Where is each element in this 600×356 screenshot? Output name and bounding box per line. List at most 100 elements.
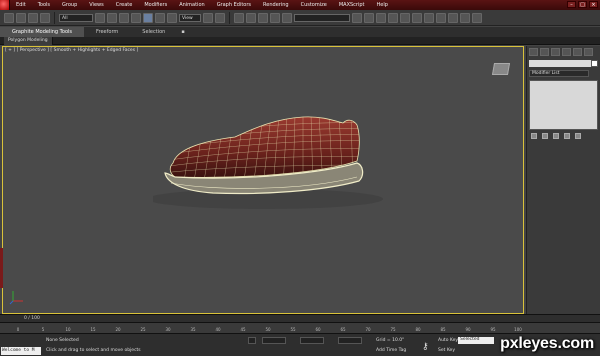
select-by-name-icon[interactable] xyxy=(107,12,117,23)
modifier-stack[interactable] xyxy=(529,80,598,130)
menu-edit[interactable]: Edit xyxy=(10,0,32,10)
track-tick-label: 90 xyxy=(465,327,471,332)
track-bar[interactable]: 0 5 10 15 20 25 30 35 40 45 50 55 60 65 70 75 80 85 90 95 10… xyxy=(0,322,600,333)
manipulate-icon[interactable] xyxy=(215,12,225,23)
modifier-list-dropdown[interactable]: Modifier List xyxy=(529,70,589,77)
angle-snap-icon[interactable] xyxy=(246,12,256,23)
minimize-icon[interactable]: – xyxy=(567,1,576,8)
window-crossing-icon[interactable] xyxy=(131,12,141,23)
menu-group[interactable]: Group xyxy=(56,0,83,10)
select-object-icon[interactable] xyxy=(95,12,105,23)
menu-views[interactable]: Views xyxy=(83,0,109,10)
object-name-field[interactable] xyxy=(529,60,598,67)
menu-rendering[interactable]: Rendering xyxy=(257,0,295,10)
render-production-icon[interactable] xyxy=(460,12,470,23)
rotate-icon[interactable] xyxy=(155,12,165,23)
menu-tools[interactable]: Tools xyxy=(32,0,56,10)
remove-modifier-icon[interactable] xyxy=(564,133,570,139)
curve-editor-icon[interactable] xyxy=(400,12,410,23)
time-slider[interactable]: 0 / 100 xyxy=(0,314,600,322)
selection-filter-dropdown[interactable]: All xyxy=(59,13,93,22)
track-tick-label: 0 xyxy=(16,327,20,332)
redo-icon[interactable] xyxy=(16,12,26,23)
motion-tab-icon[interactable] xyxy=(562,48,571,56)
maximize-icon[interactable]: □ xyxy=(578,1,587,8)
main-toolbar: All View xyxy=(0,10,600,26)
create-tab-icon[interactable] xyxy=(529,48,538,56)
configure-sets-icon[interactable] xyxy=(575,133,581,139)
tab-selection[interactable]: Selection xyxy=(130,27,177,37)
layer-manager-icon[interactable] xyxy=(376,12,386,23)
pivot-icon[interactable] xyxy=(203,12,213,23)
render-teapot-icon[interactable] xyxy=(472,12,482,23)
menu-graph-editors[interactable]: Graph Editors xyxy=(211,0,257,10)
undo-icon[interactable] xyxy=(4,12,14,23)
modify-tab-icon[interactable] xyxy=(540,48,549,56)
pxleyes-watermark: pxleyes.com xyxy=(500,335,594,353)
track-tick-label: 65 xyxy=(340,327,346,332)
pin-stack-icon[interactable] xyxy=(531,133,537,139)
menu-bar: Edit Tools Group Views Create Modifiers … xyxy=(0,0,600,10)
move-icon[interactable] xyxy=(143,12,153,23)
material-editor-icon[interactable] xyxy=(424,12,434,23)
perspective-viewport[interactable]: [ + ] [ Perspective ] [ Smooth + Highlig… xyxy=(2,46,524,314)
track-tick-label: 55 xyxy=(290,327,296,332)
menu-animation[interactable]: Animation xyxy=(173,0,211,10)
stack-toolbar xyxy=(527,130,600,142)
z-coordinate-field[interactable] xyxy=(338,337,362,344)
lock-selection-icon[interactable] xyxy=(248,337,256,344)
track-tick-label: 15 xyxy=(90,327,96,332)
graphite-toggle-icon[interactable] xyxy=(388,12,398,23)
menu-help[interactable]: Help xyxy=(371,0,394,10)
set-key-button[interactable]: Set Key xyxy=(438,348,455,353)
rendered-frame-icon[interactable] xyxy=(448,12,458,23)
viewport-label[interactable]: [ + ] [ Perspective ] [ Smooth + Highlig… xyxy=(5,48,138,53)
rect-selection-icon[interactable] xyxy=(119,12,129,23)
tab-graphite-modeling-tools[interactable]: Graphite Modeling Tools xyxy=(0,27,85,37)
edit-named-selection-icon[interactable] xyxy=(282,12,292,23)
hierarchy-tab-icon[interactable] xyxy=(551,48,560,56)
viewport-edge-marker xyxy=(0,248,3,288)
named-selection-dropdown[interactable] xyxy=(294,13,350,22)
show-end-result-icon[interactable] xyxy=(542,133,548,139)
track-tick-label: 100 xyxy=(514,327,522,332)
track-tick-label: 20 xyxy=(115,327,121,332)
tab-freeform[interactable]: Freeform xyxy=(84,27,130,37)
track-tick-label: 50 xyxy=(265,327,271,332)
menu-modifiers[interactable]: Modifiers xyxy=(138,0,173,10)
unlink-icon[interactable] xyxy=(40,12,50,23)
track-tick-label: 85 xyxy=(440,327,446,332)
display-tab-icon[interactable] xyxy=(573,48,582,56)
key-icon[interactable]: ⚷ xyxy=(422,342,429,352)
spinner-snap-icon[interactable] xyxy=(270,12,280,23)
maxscript-listener[interactable]: Welcome to M xyxy=(1,347,41,355)
render-setup-icon[interactable] xyxy=(436,12,446,23)
viewcube-icon[interactable] xyxy=(491,63,511,75)
link-icon[interactable] xyxy=(28,12,38,23)
make-unique-icon[interactable] xyxy=(553,133,559,139)
command-panel: Modifier List xyxy=(526,46,600,314)
mirror-icon[interactable] xyxy=(352,12,362,23)
align-icon[interactable] xyxy=(364,12,374,23)
menu-customize[interactable]: Customize xyxy=(295,0,333,10)
object-color-swatch[interactable] xyxy=(591,60,598,67)
percent-snap-icon[interactable] xyxy=(258,12,268,23)
reference-coord-dropdown[interactable]: View xyxy=(179,13,201,22)
menu-create[interactable]: Create xyxy=(110,0,139,10)
auto-key-button[interactable]: Auto Key xyxy=(438,338,458,343)
key-filter-dropdown[interactable]: Selected xyxy=(458,337,494,344)
y-coordinate-field[interactable] xyxy=(300,337,324,344)
add-time-tag-button[interactable]: Add Time Tag xyxy=(376,348,406,353)
ribbon-options-icon[interactable]: ▪ xyxy=(177,27,188,37)
utilities-tab-icon[interactable] xyxy=(584,48,593,56)
x-coordinate-field[interactable] xyxy=(262,337,286,344)
close-icon[interactable]: × xyxy=(589,1,598,8)
schematic-view-icon[interactable] xyxy=(412,12,422,23)
scale-icon[interactable] xyxy=(167,12,177,23)
snap-icon[interactable] xyxy=(234,12,244,23)
shoe-mesh[interactable] xyxy=(153,107,393,217)
axis-tripod-icon xyxy=(9,291,23,305)
app-logo-icon[interactable] xyxy=(0,0,10,10)
polygon-modeling-panel[interactable]: Polygon Modeling xyxy=(4,37,53,45)
menu-maxscript[interactable]: MAXScript xyxy=(333,0,371,10)
